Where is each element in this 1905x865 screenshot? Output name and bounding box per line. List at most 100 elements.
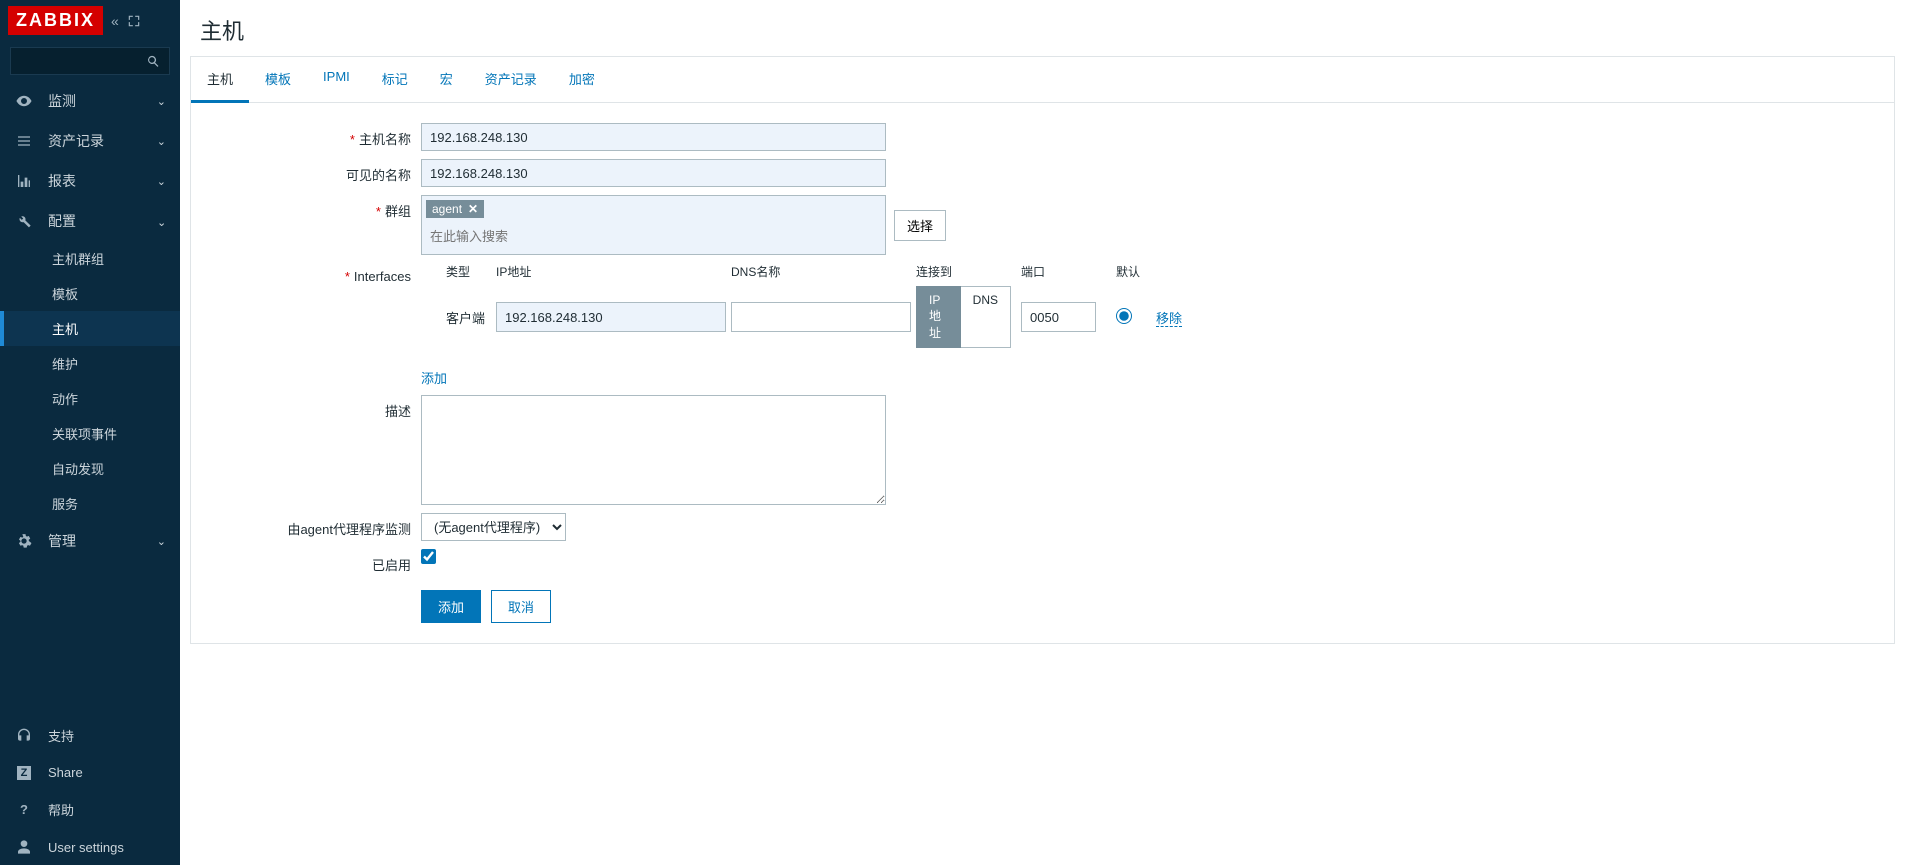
nav-label: User settings	[48, 840, 166, 855]
connect-dns-option[interactable]: DNS	[961, 286, 1011, 348]
tab-ipmi[interactable]: IPMI	[307, 57, 366, 102]
user-icon	[14, 839, 34, 855]
nav-label: Share	[48, 765, 166, 780]
proxy-label: 由agent代理程序监测	[201, 513, 421, 538]
host-name-input[interactable]	[421, 123, 886, 151]
select-groups-button[interactable]: 选择	[894, 210, 946, 241]
col-default: 默认	[1116, 263, 1146, 280]
sidebar-header: ZABBIX «	[0, 0, 180, 41]
description-textarea[interactable]	[421, 395, 886, 505]
gear-icon	[14, 533, 34, 549]
iface-ip-input[interactable]	[496, 302, 726, 332]
logo[interactable]: ZABBIX	[8, 6, 103, 35]
interfaces-header: 类型 IP地址 DNS名称 连接到 端口 默认	[421, 263, 1182, 286]
subnav-services[interactable]: 服务	[0, 486, 180, 521]
wrench-icon	[14, 213, 34, 229]
iface-type: 客户端	[421, 308, 496, 327]
col-port: 端口	[1021, 263, 1116, 280]
subnav-templates[interactable]: 模板	[0, 276, 180, 311]
connect-to-toggle: IP地址 DNS	[916, 286, 1011, 348]
subnav-hosts[interactable]: 主机	[0, 311, 180, 346]
search-icon	[146, 54, 161, 69]
tab-encryption[interactable]: 加密	[553, 57, 611, 102]
nav-label: 资产记录	[48, 131, 157, 151]
nav-config[interactable]: 配置 ⌃	[0, 201, 180, 241]
proxy-select[interactable]: (无agent代理程序)	[421, 513, 566, 541]
remove-interface-link[interactable]: 移除	[1156, 311, 1182, 327]
chevron-up-icon: ⌃	[157, 215, 166, 228]
host-name-label: *主机名称	[201, 123, 421, 148]
nav-label: 支持	[48, 726, 166, 745]
interfaces-label: *Interfaces	[201, 263, 421, 284]
cancel-button[interactable]: 取消	[491, 590, 551, 623]
fullscreen-icon[interactable]	[127, 14, 141, 28]
collapse-icon[interactable]: «	[111, 13, 119, 29]
submit-button[interactable]: 添加	[421, 590, 481, 623]
chart-icon	[14, 173, 34, 189]
groups-multiselect[interactable]: agent ✕	[421, 195, 886, 255]
iface-default-radio[interactable]	[1116, 308, 1132, 324]
content-box: 主机 模板 IPMI 标记 宏 资产记录 加密 *主机名称 可见的名称 *群组	[190, 56, 1895, 644]
page-title: 主机	[180, 0, 1905, 56]
nav-label: 监测	[48, 91, 157, 111]
group-tag-label: agent	[432, 202, 462, 216]
col-ip: IP地址	[496, 263, 731, 280]
nav-admin[interactable]: 管理 ⌄	[0, 521, 180, 561]
nav-support[interactable]: 支持	[0, 716, 180, 755]
nav-label: 帮助	[48, 800, 166, 819]
col-conn: 连接到	[916, 263, 1021, 280]
groups-search-input[interactable]	[426, 222, 881, 250]
interface-row: 客户端 IP地址 DNS 移除	[421, 286, 1182, 354]
visible-name-input[interactable]	[421, 159, 886, 187]
subnav-correlation[interactable]: 关联项事件	[0, 416, 180, 451]
subnav-actions[interactable]: 动作	[0, 381, 180, 416]
enabled-label: 已启用	[201, 549, 421, 574]
chevron-down-icon: ⌄	[157, 135, 166, 148]
enabled-checkbox[interactable]	[421, 549, 436, 564]
nav-monitoring[interactable]: 监测 ⌄	[0, 81, 180, 121]
nav-share[interactable]: Z Share	[0, 755, 180, 790]
interfaces-table: 类型 IP地址 DNS名称 连接到 端口 默认 客户端	[421, 263, 1182, 354]
tab-inventory[interactable]: 资产记录	[469, 57, 553, 102]
sidebar-footer: 支持 Z Share ? 帮助 User settings	[0, 716, 180, 865]
search-input[interactable]	[10, 47, 170, 75]
tabs: 主机 模板 IPMI 标记 宏 资产记录 加密	[191, 57, 1894, 103]
iface-port-input[interactable]	[1021, 302, 1096, 332]
subnav-discovery[interactable]: 自动发现	[0, 451, 180, 486]
subnav-config: 主机群组 模板 主机 维护 动作 关联项事件 自动发现 服务	[0, 241, 180, 521]
groups-label: *群组	[201, 195, 421, 220]
remove-tag-icon[interactable]: ✕	[468, 202, 478, 216]
question-icon: ?	[14, 802, 34, 817]
group-tag: agent ✕	[426, 200, 484, 218]
nav-label: 配置	[48, 211, 157, 231]
nav-reports[interactable]: 报表 ⌄	[0, 161, 180, 201]
list-icon	[14, 133, 34, 149]
nav-label: 管理	[48, 531, 157, 551]
nav-user-settings[interactable]: User settings	[0, 829, 180, 865]
visible-name-label: 可见的名称	[201, 159, 421, 184]
chevron-down-icon: ⌄	[157, 175, 166, 188]
form-buttons: 添加 取消	[201, 590, 1884, 623]
description-label: 描述	[201, 395, 421, 420]
main-content: 主机 主机 模板 IPMI 标记 宏 资产记录 加密 *主机名称 可见的名称 *…	[180, 0, 1905, 865]
sidebar: ZABBIX « 监测 ⌄ 资产记录 ⌄ 报表 ⌄ 配置 ⌃ 主机群组 模板 主…	[0, 0, 180, 865]
tab-macros[interactable]: 宏	[424, 57, 469, 102]
host-form: *主机名称 可见的名称 *群组 agent ✕ 选择	[191, 103, 1894, 643]
subnav-host-groups[interactable]: 主机群组	[0, 241, 180, 276]
z-icon: Z	[14, 766, 34, 780]
nav-label: 报表	[48, 171, 157, 191]
tab-tags[interactable]: 标记	[366, 57, 424, 102]
nav-inventory[interactable]: 资产记录 ⌄	[0, 121, 180, 161]
col-type: 类型	[421, 263, 496, 280]
eye-icon	[14, 92, 34, 110]
add-interface-link[interactable]: 添加	[421, 371, 447, 386]
chevron-down-icon: ⌄	[157, 95, 166, 108]
subnav-maintenance[interactable]: 维护	[0, 346, 180, 381]
tab-templates[interactable]: 模板	[249, 57, 307, 102]
connect-ip-option[interactable]: IP地址	[916, 286, 961, 348]
iface-dns-input[interactable]	[731, 302, 911, 332]
col-dns: DNS名称	[731, 263, 916, 280]
tab-host[interactable]: 主机	[191, 57, 249, 103]
nav-help[interactable]: ? 帮助	[0, 790, 180, 829]
headset-icon	[14, 728, 34, 744]
